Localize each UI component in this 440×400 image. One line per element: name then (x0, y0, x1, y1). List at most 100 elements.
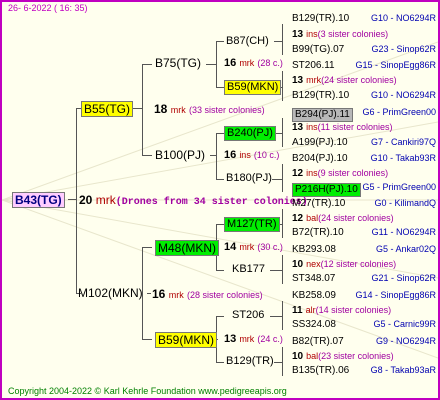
connector (216, 179, 224, 180)
connector (282, 209, 283, 238)
gen2-num: 14 (224, 241, 237, 253)
gen4-queen[interactable]: B129(TR).10 (292, 91, 349, 101)
connector (142, 339, 152, 340)
gen4-desc: (11 sister colonies) (317, 122, 393, 132)
gen4-reference: G21 - Sinop62R (371, 273, 436, 283)
gen4-reference: G10 - NO6294R (370, 90, 436, 100)
gen3-queen[interactable]: KB177 (232, 264, 265, 275)
gen2-queen[interactable]: B100(PJ) (155, 149, 205, 161)
gen4-ins: ins (306, 168, 318, 178)
gen2-info: 14 mrk (30 c.) (224, 242, 283, 253)
gen4-queen[interactable]: SS324.08 (292, 320, 336, 330)
gen4-reference: G14 - SinopEgg86R (355, 290, 436, 300)
gen2-queen[interactable]: B59(MKN) (155, 332, 218, 348)
connector (76, 108, 77, 294)
gen4-queen[interactable]: B135(TR).06 (292, 366, 349, 376)
gen4-reference: G6 - PrimGreen00 (362, 107, 436, 117)
gen4-reference: G0 - KilimandQ (374, 198, 436, 208)
gen3-queen[interactable]: M127(TR) (224, 217, 280, 232)
gen1-top-info: 18 mrk (33 sister colonies) (154, 103, 265, 115)
gen4-ins: ins (306, 29, 318, 39)
connector (216, 270, 224, 271)
gen4-queen[interactable]: B204(PJ).10 (292, 154, 348, 164)
gen4-queen[interactable]: B72(TR).10 (292, 228, 344, 238)
connector (282, 347, 283, 376)
gen4-ins: nex (306, 259, 321, 269)
gen3-queen[interactable]: ST206 (232, 310, 264, 321)
gen2-desc: (10 c.) (253, 150, 280, 160)
gen4-reference: G15 - SinopEgg86R (355, 60, 436, 70)
gen2-ins: ins (239, 150, 251, 160)
gen1-bottom-desc: (28 sister colonies) (187, 290, 263, 300)
gen1-bottom-queen[interactable]: M102(MKN) (78, 287, 143, 299)
gen3-queen[interactable]: B240(PJ) (224, 126, 276, 141)
connector (282, 255, 283, 284)
gen4-info: 11 alr(14 sister colonies) (292, 306, 391, 316)
gen4-num: 13 (292, 75, 304, 86)
gen2-ins: mrk (239, 334, 255, 344)
connector (274, 41, 282, 42)
connector (282, 301, 283, 330)
gen4-desc: (14 sister colonies) (315, 305, 392, 315)
gen4-reference: G9 - NO6294R (375, 336, 436, 346)
root-queen[interactable]: B43(TG) (12, 192, 65, 208)
connector (282, 24, 283, 55)
gen4-reference: G7 - Cankiri97Q (370, 137, 436, 147)
root-drone-info: 20 mrk(Drones from 34 sister colonies) (79, 194, 308, 208)
connector (274, 362, 282, 363)
gen1-top-queen[interactable]: B55(TG) (81, 101, 134, 117)
connector (282, 164, 283, 192)
gen4-queen[interactable]: B99(TG).07 (292, 45, 344, 55)
root-num: 20 (79, 193, 93, 207)
pedigree-chart: 26- 6-2022 ( 16: 35) B43(TG) 20 mrk(Dron… (0, 0, 440, 400)
gen3-info: 16 mrk (28 c.) (224, 58, 283, 69)
gen4-ins: alr (305, 305, 316, 315)
connector (142, 155, 152, 156)
gen3-queen[interactable]: B87(CH) (226, 36, 269, 47)
gen4-info: 10 nex(12 sister colonies) (292, 260, 396, 270)
gen4-reference: G10 - NO6294R (370, 13, 436, 23)
gen3-queen[interactable]: B59(MKN) (224, 80, 282, 95)
connector (216, 133, 217, 179)
gen4-reference: G23 - Sinop62R (371, 44, 436, 54)
gen4-queen[interactable]: ST348.07 (292, 274, 335, 284)
gen4-reference: G8 - Takab93aR (370, 365, 436, 375)
gen3-queen[interactable]: B129(TR) (226, 356, 274, 367)
connector (282, 71, 283, 101)
gen4-num: 11 (292, 305, 303, 316)
gen4-reference: G11 - NO6294R (371, 227, 436, 237)
gen4-queen[interactable]: KB293.08 (292, 245, 336, 255)
gen4-desc: (12 sister colonies) (320, 259, 397, 269)
connector (216, 316, 224, 317)
gen4-info: 13 mrk(24 sister colonies) (292, 76, 397, 86)
gen2-queen[interactable]: M48(MKN) (155, 240, 220, 256)
gen2-desc: (24 c.) (257, 334, 283, 344)
connector (68, 199, 76, 200)
gen4-queen[interactable]: P216H(PJ).10 (292, 183, 361, 197)
gen2-desc: (30 c.) (257, 242, 283, 252)
gen4-num: 12 (292, 213, 304, 224)
gen2-queen[interactable]: B75(TG) (155, 57, 201, 69)
gen2-ins: mrk (239, 242, 255, 252)
connector (216, 41, 217, 87)
gen4-num: 13 (292, 122, 304, 133)
gen4-queen[interactable]: B294(PJ).11 (292, 108, 353, 122)
root-ins: mrk (95, 193, 116, 207)
gen4-queen[interactable]: B129(TR).10 (292, 14, 349, 24)
gen3-queen[interactable]: B180(PJ) (226, 173, 272, 184)
gen4-ins: mrk (306, 75, 322, 85)
gen4-num: 12 (292, 168, 304, 179)
gen4-info: 13 ins(11 sister colonies) (292, 123, 393, 133)
gen4-queen[interactable]: A199(PJ).10 (292, 138, 348, 148)
gen4-info: 12 bal(24 sister colonies) (292, 214, 394, 224)
connector (270, 270, 282, 271)
gen4-queen[interactable]: B82(TR).07 (292, 337, 344, 347)
connector (216, 224, 224, 225)
date-stamp: 26- 6-2022 ( 16: 35) (8, 3, 88, 13)
gen4-queen[interactable]: ST206.11 (292, 61, 335, 71)
gen4-num: 13 (292, 29, 304, 40)
gen4-queen[interactable]: KB258.09 (292, 291, 336, 301)
gen3-num: 16 (224, 57, 237, 69)
gen1-bottom-info: 16 mrk (28 sister colonies) (152, 288, 263, 300)
gen4-queen[interactable]: M27(TR).10 (292, 199, 345, 209)
